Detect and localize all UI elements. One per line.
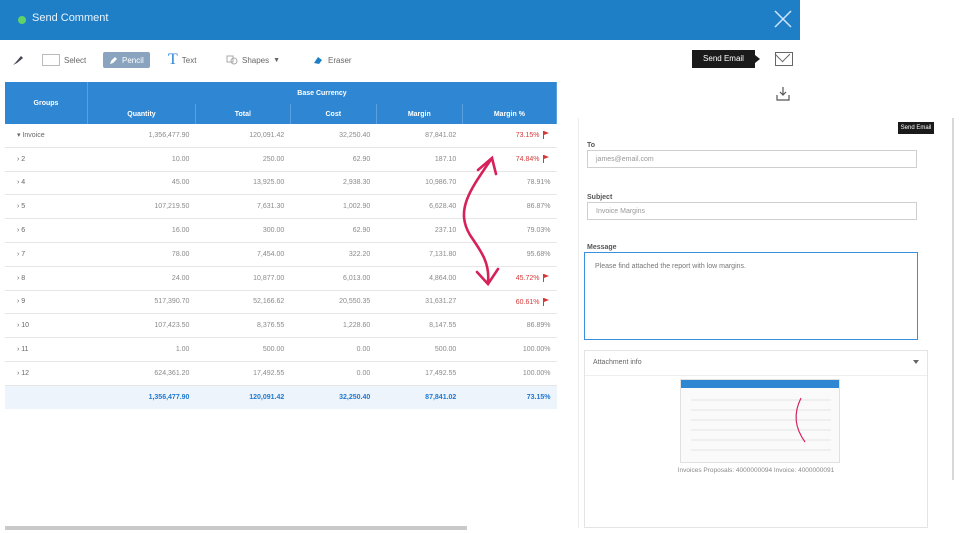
vertical-divider xyxy=(952,118,954,480)
report-thumbnail-icon xyxy=(681,380,839,451)
to-label: To xyxy=(587,142,596,149)
drawn-arrow-annotation xyxy=(462,156,494,284)
to-field[interactable]: james@email.com xyxy=(587,150,917,168)
attachment-thumbnail[interactable] xyxy=(680,379,840,463)
message-label: Message xyxy=(587,244,617,251)
email-panel: To james@email.com Subject Invoice Margi… xyxy=(578,118,932,528)
subject-label: Subject xyxy=(587,194,613,201)
attachment-caption: Invoices Proposals: 4000000094 Invoice: … xyxy=(677,467,835,474)
send-email-tooltip-small: Send Email xyxy=(898,122,934,134)
message-textarea[interactable]: Please find attached the report with low… xyxy=(584,252,918,340)
horizontal-scrollbar[interactable] xyxy=(5,526,467,530)
subject-field[interactable]: Invoice Margins xyxy=(587,202,917,220)
attachment-section: Attachment info Invoices Proposals: 4000… xyxy=(584,350,928,528)
attachment-header[interactable]: Attachment info xyxy=(585,351,927,376)
chevron-down-icon[interactable] xyxy=(913,360,919,364)
